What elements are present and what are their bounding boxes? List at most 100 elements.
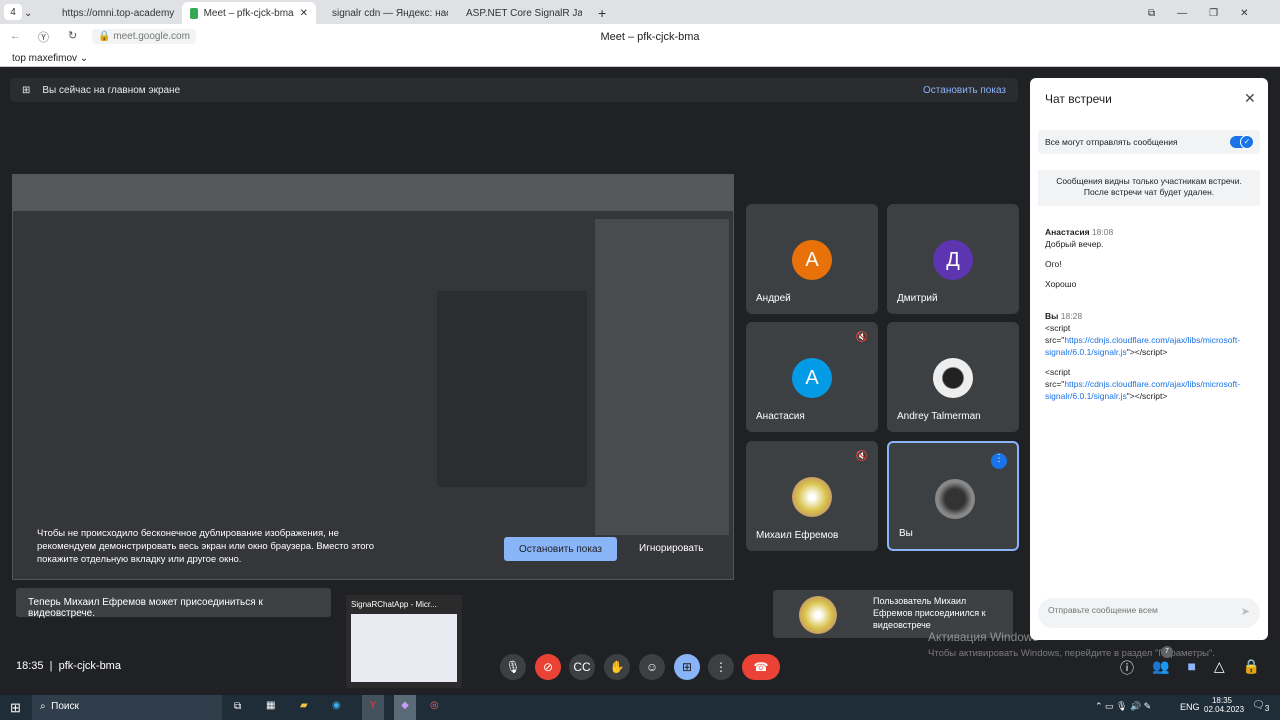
participant-tile[interactable]: Д Дмитрий xyxy=(887,204,1019,314)
people-icon[interactable]: 👥 xyxy=(1152,658,1169,678)
message: Хорошо xyxy=(1045,279,1077,289)
profile-menu[interactable]: top maxefimov xyxy=(12,53,77,64)
send-icon[interactable]: ➤ xyxy=(1241,605,1250,618)
preview-browser-chrome xyxy=(13,175,733,211)
language-indicator[interactable]: ENG xyxy=(1180,702,1200,712)
tab-label: https://omni.top-academy xyxy=(62,7,175,19)
notification-count: 3 xyxy=(1264,703,1270,713)
tab-bar: 4 ⌄ https://omni.top-academy Meet – pfk-… xyxy=(0,0,1280,24)
store-icon[interactable]: ▦ xyxy=(266,700,275,711)
camera-off-icon[interactable]: ⊘ xyxy=(535,654,561,680)
meeting-info: 18:35 | pfk-cjck-bma xyxy=(16,660,121,672)
tab[interactable]: signalr cdn — Яндекс: нас xyxy=(318,2,448,24)
end-call-icon[interactable]: ☎ xyxy=(742,654,780,680)
participant-tile[interactable]: Михаил Ефремов 🔇 xyxy=(746,441,878,551)
clock[interactable]: 18:35 02.04.2023 xyxy=(1204,696,1244,714)
participant-name: Вы xyxy=(899,528,913,539)
participant-name: Анастасия xyxy=(756,411,805,422)
present-icon[interactable]: ⊞ xyxy=(674,654,700,680)
participant-tile[interactable]: А Анастасия 🔇 xyxy=(746,322,878,432)
clock-date: 02.04.2023 xyxy=(1204,705,1245,714)
message-author: Анастасия xyxy=(1045,227,1090,237)
tray-icons[interactable]: ⌃ ▭ 🎙 🔊 ✎ xyxy=(1095,701,1151,712)
tab-count[interactable]: 4 xyxy=(4,4,22,20)
captions-icon[interactable]: CC xyxy=(569,654,595,680)
stop-sharing-button[interactable]: Остановить показ xyxy=(504,537,617,561)
windows-taskbar: ⊞ ⌕ Поиск ⧉ ▦ ▰ ◉ Y ◆ ◎ ⌃ ▭ 🎙 🔊 ✎ ENG 18… xyxy=(0,695,1280,720)
search-icon: ⌕ xyxy=(40,701,46,712)
share-warning-text: Чтобы не происходило бесконечное дублиро… xyxy=(37,528,375,565)
avatar xyxy=(933,358,973,398)
close-icon[interactable]: ✕ xyxy=(1244,90,1256,107)
tab[interactable]: ASP.NET Core SignalR Jav xyxy=(452,2,582,24)
explorer-icon[interactable]: ▰ xyxy=(300,700,308,711)
chat-icon[interactable]: ■ xyxy=(1187,658,1195,678)
preview-thumbnail xyxy=(351,614,457,682)
message: <script src="https://cdnjs.cloudflare.co… xyxy=(1045,322,1260,358)
raise-hand-icon[interactable]: ✋ xyxy=(604,654,630,680)
tab-label: Meet – pfk-cjck-bma xyxy=(203,7,294,19)
minimize-icon[interactable]: — xyxy=(1177,8,1187,19)
maximize-icon[interactable]: ❐ xyxy=(1209,8,1218,19)
message-author: Вы xyxy=(1045,311,1059,321)
chat-panel: Чат встречи ✕ Все могут отправлять сообщ… xyxy=(1030,78,1268,640)
windows-start-icon[interactable]: ⊞ xyxy=(10,700,21,716)
bookmark-icon[interactable]: ⧉ xyxy=(1148,8,1155,19)
toggle-label: Все могут отправлять сообщения xyxy=(1045,137,1178,147)
task-view-icon[interactable]: ⧉ xyxy=(234,701,241,712)
participant-name: Andrey Talmerman xyxy=(897,411,981,422)
close-icon[interactable]: ✕ xyxy=(300,8,308,19)
toast: Теперь Михаил Ефремов может присоединить… xyxy=(16,588,331,619)
emoji-icon[interactable]: ☺ xyxy=(639,654,665,680)
code-text: "></script> xyxy=(1126,391,1168,401)
participant-name: Андрей xyxy=(756,293,791,304)
participant-tile[interactable]: Вы ⋮ xyxy=(887,441,1019,551)
mic-icon[interactable]: 🎙 xyxy=(500,654,526,680)
code-text: "></script> xyxy=(1126,347,1168,357)
check-icon: ✓ xyxy=(1240,135,1254,149)
avatar: А xyxy=(792,240,832,280)
activities-icon[interactable]: △ xyxy=(1214,658,1225,678)
message-time: 18:28 xyxy=(1060,311,1083,321)
tab[interactable]: https://omni.top-academy xyxy=(48,2,178,24)
bookmarks-bar: top maxefimov ⌄ xyxy=(0,50,1280,67)
chat-info: Сообщения видны только участникам встреч… xyxy=(1038,170,1260,206)
participant-name: Михаил Ефремов xyxy=(756,530,839,541)
screen-share-preview: Чтобы не происходило бесконечное дублиро… xyxy=(12,174,734,580)
new-tab-button[interactable]: + xyxy=(590,2,614,24)
participants-badge: 7 xyxy=(1161,646,1173,658)
participant-tile[interactable]: Andrey Talmerman xyxy=(887,322,1019,432)
info-icon[interactable]: ⓘ xyxy=(1120,658,1134,678)
tab-list-chevron-icon[interactable]: ⌄ xyxy=(24,2,40,24)
host-controls-icon[interactable]: 🔒 xyxy=(1243,658,1260,678)
close-icon[interactable]: ✕ xyxy=(1240,8,1248,19)
notifications-icon[interactable]: 🗨3 xyxy=(1252,700,1269,713)
edge-icon[interactable]: ◉ xyxy=(332,700,341,711)
join-notice-text: Пользователь Михаил Ефремов присоединилс… xyxy=(873,596,986,630)
message: Ого! xyxy=(1045,259,1062,269)
ignore-button[interactable]: Игнорировать xyxy=(639,543,704,554)
meeting-time: 18:35 xyxy=(16,660,44,672)
chat-messages: Анастасия 18:08 Добрый вечер. Ого! Хорош… xyxy=(1045,226,1260,402)
more-options-icon[interactable]: ⋮ xyxy=(708,654,734,680)
obs-icon[interactable]: ◎ xyxy=(430,700,439,711)
chat-title: Чат встречи xyxy=(1045,92,1112,106)
message: <script src="https://cdnjs.cloudflare.co… xyxy=(1045,366,1260,402)
toggle-switch[interactable]: ✓ xyxy=(1230,135,1254,149)
chat-input-container: ➤ xyxy=(1038,598,1260,628)
visual-studio-icon[interactable]: ◆ xyxy=(394,695,416,720)
window-controls[interactable]: ⧉ — ❐ ✕ xyxy=(1140,2,1257,24)
tab-meet[interactable]: Meet – pfk-cjck-bma ✕ xyxy=(182,2,316,24)
taskbar-preview[interactable]: SignaRChatApp - Micr... xyxy=(346,595,462,688)
search-box[interactable]: ⌕ Поиск xyxy=(32,695,222,720)
preview-chat xyxy=(595,219,729,535)
tab-label: signalr cdn — Яндекс: нас xyxy=(332,7,448,19)
participant-tile[interactable]: А Андрей xyxy=(746,204,878,314)
speaking-icon: ⋮ xyxy=(991,453,1007,469)
stop-presenting-link[interactable]: Остановить показ xyxy=(923,85,1006,96)
avatar xyxy=(792,477,832,517)
message-header: Вы 18:28 xyxy=(1045,310,1260,322)
yandex-browser-icon[interactable]: Y xyxy=(362,695,384,720)
message-time: 18:08 xyxy=(1091,227,1114,237)
chat-input[interactable] xyxy=(1048,605,1228,615)
